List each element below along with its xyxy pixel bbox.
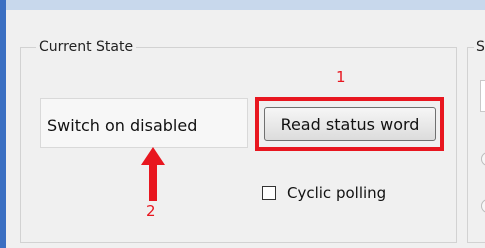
annotation-number-1: 1 <box>336 68 346 86</box>
state-value: Switch on disabled <box>47 116 198 135</box>
annotation-number-2: 2 <box>146 202 156 220</box>
current-state-title: Current State <box>36 39 137 55</box>
cyclic-polling-checkbox[interactable] <box>262 186 276 200</box>
right-input-field[interactable] <box>480 80 485 112</box>
right-groupbox <box>467 47 485 243</box>
cyclic-polling-label[interactable]: Cyclic polling <box>287 184 386 202</box>
window-top-bar <box>0 0 485 10</box>
up-arrow-icon <box>141 147 165 201</box>
right-groupbox-title: S <box>474 39 485 55</box>
read-status-word-button[interactable]: Read status word <box>264 107 436 141</box>
